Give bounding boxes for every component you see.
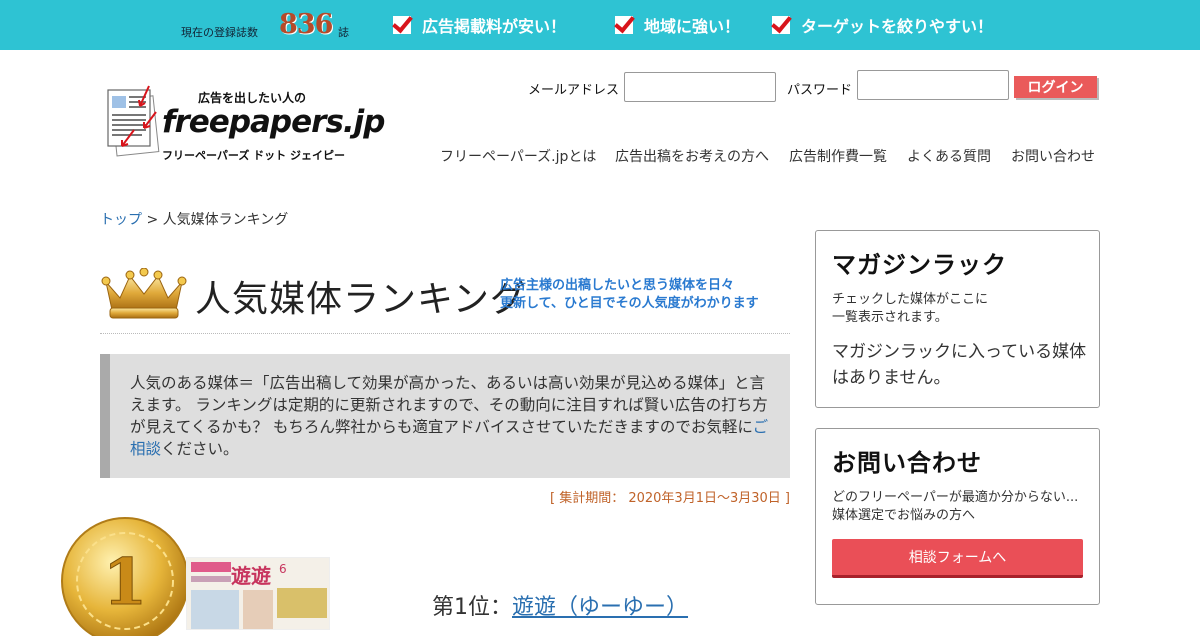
feature-targeting: ターゲットを絞りやすい！ [772,14,993,36]
thumbnail-title: 遊遊 [231,564,271,588]
feature-local-strength: 地域に強い！ [615,14,740,36]
contact-note-line2: 媒体選定でお悩みの方へ [832,508,976,523]
checkmark-icon [772,16,790,34]
nav-faq[interactable]: よくある質問 [907,146,991,166]
page-title: 人気媒体ランキング [195,279,527,320]
thumbnail-number: 6 [279,562,287,576]
registered-count-value: 836 [279,9,333,40]
page-subtitle-line1: 広告主様の出稿したいと思う媒体を日々 [500,278,735,293]
medal-number: 1 [103,545,148,620]
aggregation-period: [ 集計期間： 2020年3月1日～3月30日 ] [550,491,790,506]
feature-label: ターゲットを絞りやすい！ [801,17,994,36]
feature-cheap-ads: 広告掲載料が安い！ [393,14,566,36]
checkmark-icon [393,16,411,34]
logo-kana: フリーペーパーズ ドット ジェイピー [162,149,345,162]
site-logo[interactable]: 広告を出したい人の freepapers.jp フリーペーパーズ ドット ジェイ… [104,84,385,168]
consult-form-button[interactable]: 相談フォームへ [832,539,1083,578]
nav-about[interactable]: フリーペーパーズ.jpとは [440,146,596,166]
magazine-rack-panel: マガジンラック チェックした媒体がここに 一覧表示されます。 マガジンラックに入… [815,230,1100,408]
contact-title: お問い合わせ [832,449,982,477]
breadcrumb-current: 人気媒体ランキング [162,212,289,228]
magazine-rack-note-line1: チェックした媒体がここに [832,292,989,307]
document-stack-icon [107,85,160,157]
magazine-rack-note: チェックした媒体がここに 一覧表示されます。 [832,291,988,327]
intro-text: 人気のある媒体＝「広告出稿して効果が高かった、あるいは高い効果が見込める媒体」と… [130,374,768,436]
email-input[interactable] [624,72,776,102]
rank-label: 第1位： [432,595,512,620]
top-banner: 現在の登録誌数 836 誌 広告掲載料が安い！ 地域に強い！ ターゲットを絞りや… [0,0,1200,50]
checkmark-icon [615,16,633,34]
page-subtitle: 広告主様の出稿したいと思う媒体を日々 更新して、ひと目でその人気度がわかります [500,277,759,313]
password-label: パスワード [787,83,853,98]
rank-1-entry: 第1位：遊遊（ゆーゆー） [432,589,688,621]
breadcrumb: トップ > 人気媒体ランキング [100,209,288,229]
rank-1-media-link[interactable]: 遊遊（ゆーゆー） [512,595,688,620]
nav-contact[interactable]: お問い合わせ [1011,146,1095,166]
magazine-rack-note-line2: 一覧表示されます。 [832,310,948,325]
nav-for-advertisers[interactable]: 広告出稿をお考えの方へ [615,146,769,166]
intro-text-end: ください。 [161,440,239,458]
contact-panel: お問い合わせ どのフリーペーパーが最適か分からない... 媒体選定でお悩みの方へ… [815,428,1100,605]
page-subtitle-line2: 更新して、ひと目でその人気度がわかります [500,296,759,311]
intro-box: 人気のある媒体＝「広告出稿して効果が高かった、あるいは高い効果が見込める媒体」と… [100,354,790,478]
contact-note: どのフリーペーパーが最適か分からない... 媒体選定でお悩みの方へ [832,489,1078,525]
breadcrumb-home-link[interactable]: トップ [100,212,142,228]
crown-icon [101,268,187,319]
registered-count-label: 現在の登録誌数 [181,26,258,39]
contact-note-line1: どのフリーペーパーが最適か分からない... [832,490,1079,505]
magazine-rack-title: マガジンラック [832,251,1007,279]
logo-wordmark: freepapers.jp [162,104,385,140]
login-button[interactable]: ログイン [1014,76,1097,98]
email-label: メールアドレス [528,83,620,98]
magazine-rack-empty-message: マガジンラックに入っている媒体はありません。 [832,342,1087,388]
registered-count-unit: 誌 [338,26,349,39]
feature-label: 地域に強い！ [644,17,741,36]
breadcrumb-separator: > [146,212,159,228]
gold-medal-icon: 1 [61,517,189,636]
magazine-thumbnail[interactable]: 遊遊 6 [186,557,330,630]
feature-label: 広告掲載料が安い！ [422,17,567,36]
password-input[interactable] [857,70,1009,100]
nav-production-costs[interactable]: 広告制作費一覧 [789,146,887,166]
title-divider [100,333,790,334]
